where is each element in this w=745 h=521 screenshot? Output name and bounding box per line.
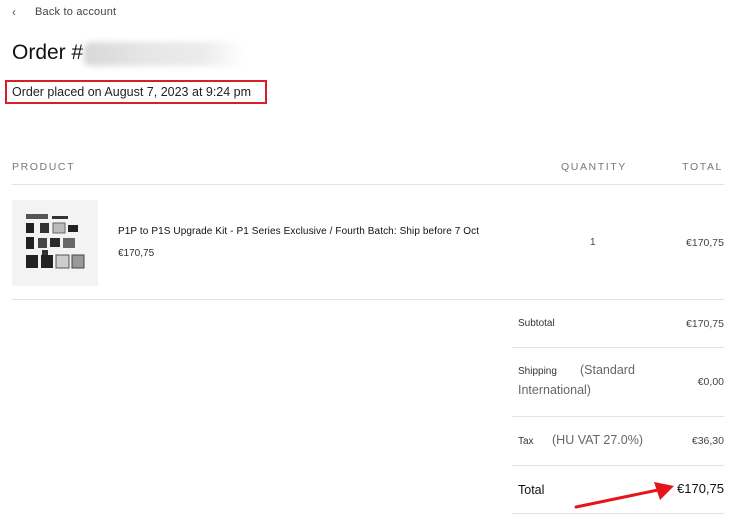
product-name[interactable]: P1P to P1S Upgrade Kit - P1 Series Exclu… <box>118 226 479 237</box>
summary-divider <box>512 465 724 466</box>
order-placed-date: Order placed on August 7, 2023 at 9:24 p… <box>12 85 252 99</box>
tax-value: €36,30 <box>691 435 724 447</box>
header-total: TOTAL <box>682 161 723 173</box>
redacted-order-number <box>84 42 244 66</box>
row-divider <box>12 299 724 300</box>
header-product: PRODUCT <box>12 161 76 173</box>
product-line-total: €170,75 <box>686 237 724 249</box>
product-thumbnail <box>12 200 98 286</box>
product-unit-price: €170,75 <box>118 248 155 259</box>
shipping-method-line2: International) <box>518 383 591 397</box>
chevron-left-icon: ‹ <box>12 5 16 19</box>
total-value: €170,75 <box>677 481 724 496</box>
shipping-method-line1: (Standard <box>580 363 635 377</box>
back-to-account-link[interactable]: ‹ Back to account <box>12 4 116 20</box>
summary-divider <box>512 416 724 417</box>
shipping-value: €0,00 <box>697 376 724 388</box>
shipping-label: Shipping <box>518 366 557 377</box>
annotation-arrow-icon <box>574 482 674 509</box>
tax-label: Tax <box>518 436 534 447</box>
product-quantity: 1 <box>590 237 596 248</box>
total-label: Total <box>518 483 545 497</box>
header-divider <box>12 184 724 185</box>
upgrade-kit-image <box>26 214 85 269</box>
subtotal-value: €170,75 <box>686 318 724 330</box>
tax-detail: (HU VAT 27.0%) <box>552 433 643 447</box>
order-title: Order # <box>12 41 84 64</box>
subtotal-label: Subtotal <box>518 318 555 329</box>
header-quantity: QUANTITY <box>561 161 627 173</box>
back-to-account-label: Back to account <box>35 6 117 18</box>
order-placed-highlight-box: Order placed on August 7, 2023 at 9:24 p… <box>5 80 267 104</box>
summary-divider <box>512 347 724 348</box>
